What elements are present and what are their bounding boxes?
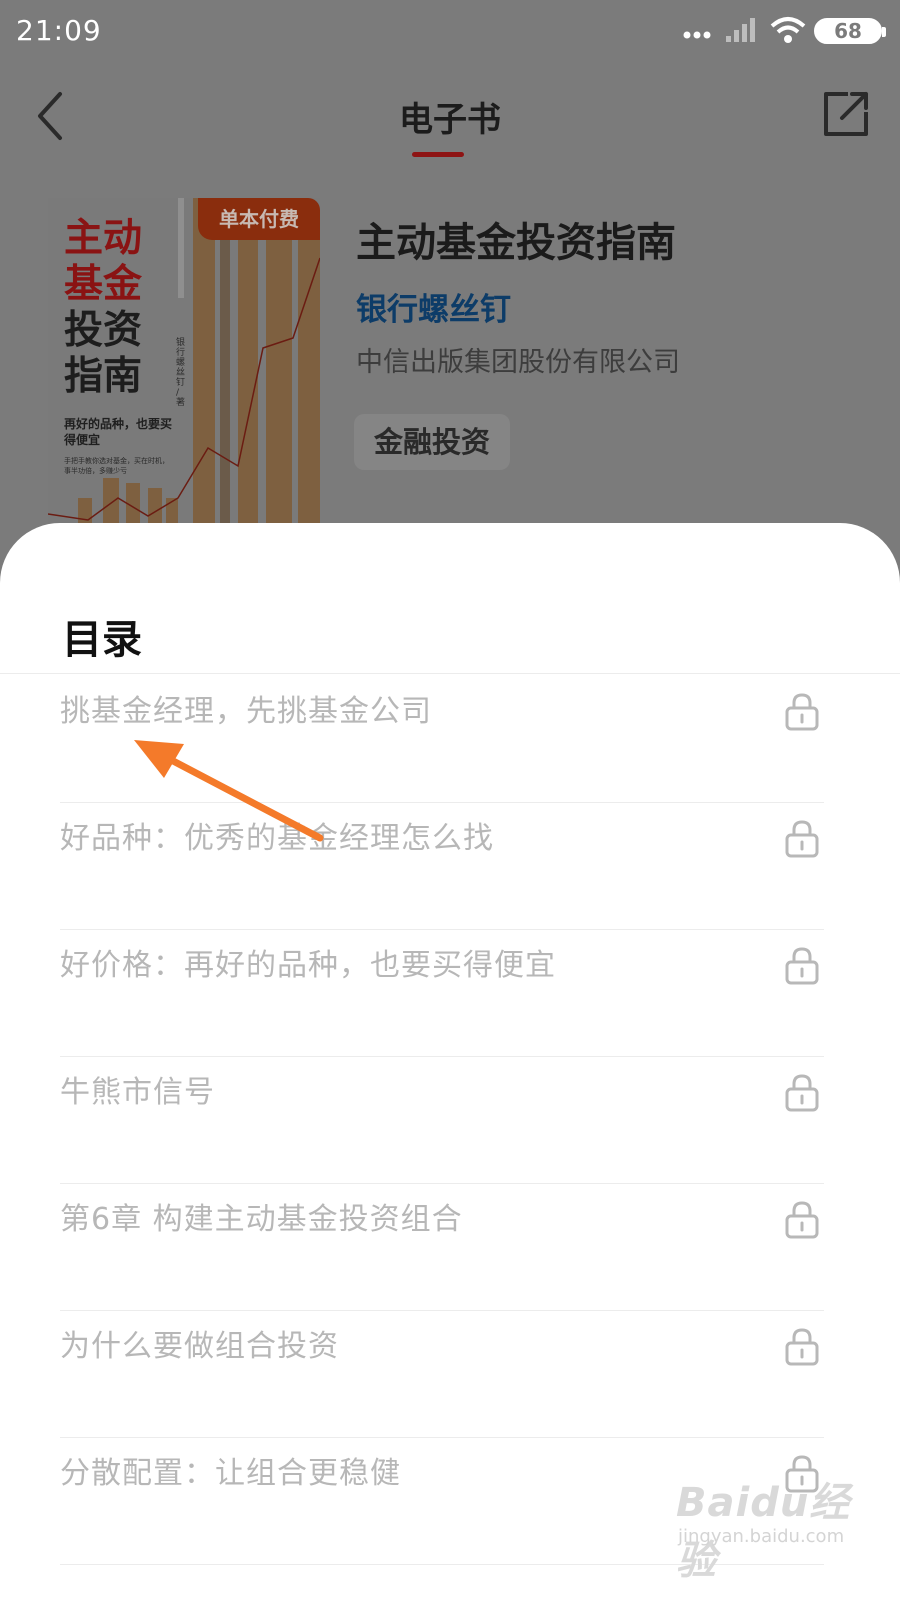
toc-item-label: 分散配置：让组合更稳健 [60,1456,401,1491]
book-publisher: 中信出版集团股份有限公司 [356,347,680,378]
page-title: 电子书 [399,100,501,140]
watermark-url: jingyan.baidu.com [678,1526,845,1547]
toc-item[interactable]: 牛熊市信号 [0,1057,900,1184]
toc-item-label: 好价格：再好的品种，也要买得便宜 [60,948,556,983]
book-author-link[interactable]: 银行螺丝钉 [356,284,511,329]
toc-item-label: 牛熊市信号 [60,1075,215,1110]
nav-bar: 电子书 [0,70,900,160]
book-title: 主动基金投资指南 [356,220,676,266]
paid-badge: 单本付费 [198,198,320,240]
toc-item-label: 第6章 构建主动基金投资组合 [60,1202,463,1237]
divider [0,673,900,674]
toc-item-label: 挑基金经理，先挑基金公司 [60,694,432,729]
battery-indicator: 68 [814,18,886,44]
more-dots-icon [683,31,711,39]
toc-item-label: 为什么要做组合投资 [60,1329,339,1364]
cover-title-line: 投资 [64,308,143,353]
lock-icon [785,947,819,985]
book-cover[interactable]: 主动 基金 投资 指南 再好的品种，也要买得便宜 手把手教你选对基金，买在时机，… [48,198,320,538]
toc-sheet: 目录 挑基金经理，先挑基金公司 好品种：优秀的基金经理怎么找 好价格：再好的品种… [0,523,900,1600]
status-time: 21:09 [16,14,102,47]
toc-item[interactable]: 好价格：再好的品种，也要买得便宜 [0,930,900,1057]
toc-title: 目录 [62,617,142,663]
annotation-arrow-icon [134,740,324,842]
cover-author: 银行螺丝钉 / 著 [176,338,186,408]
title-underline [412,152,464,157]
cover-title-line: 指南 [64,354,143,399]
lock-icon [785,1074,819,1112]
lock-icon [785,1328,819,1366]
category-tag[interactable]: 金融投资 [354,414,511,470]
lock-icon [785,820,819,858]
cell-signal-icon [726,18,755,42]
cover-title-line: 基金 [64,262,143,307]
toc-item[interactable]: 第6章 构建主动基金投资组合 [0,1184,900,1311]
lock-icon [785,693,819,731]
cover-title: 主动 基金 投资 指南 [64,216,174,400]
battery-level: 68 [834,19,862,43]
lock-icon [785,1201,819,1239]
status-bar: 21:09 68 [0,0,900,64]
watermark: Baidu经验 jingyan.baidu.com [676,1470,876,1584]
cover-subtitle: 再好的品种，也要买得便宜 [64,417,173,447]
cover-title-line: 主动 [64,216,143,261]
wifi-icon [770,17,806,43]
cover-small-text: 手把手教你选对基金，买在时机，事半功倍，多赚少亏 [64,457,169,475]
share-icon[interactable] [822,90,870,138]
battery-tip [882,27,886,37]
toc-item[interactable]: 为什么要做组合投资 [0,1311,900,1438]
